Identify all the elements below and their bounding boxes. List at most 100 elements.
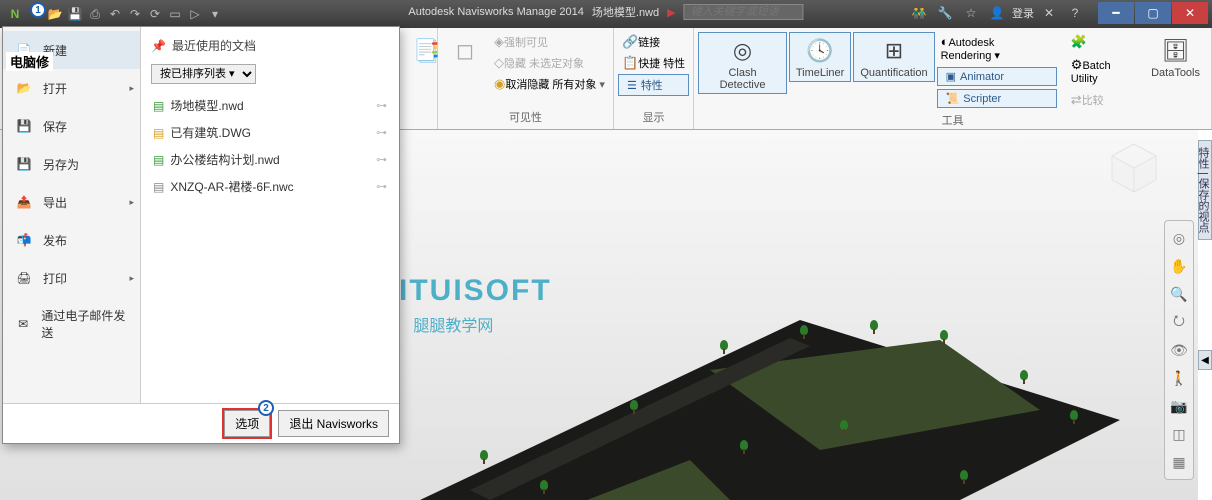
file-name: 办公楼结构计划.nwd: [170, 151, 279, 168]
file-name: 场地模型.nwd: [170, 97, 243, 114]
login-label[interactable]: 登录: [1012, 5, 1034, 21]
force-visible-button[interactable]: ◈强制可见: [490, 32, 609, 52]
steering-wheel-icon[interactable]: ◎: [1168, 227, 1190, 249]
ribbon-group-visibility: ◻ ◈强制可见 ◇隐藏 未选定对象 ◉取消隐藏 所有对象▾ 可见性: [438, 28, 614, 129]
overlay-label: 电脑修: [6, 52, 53, 71]
quick-props-button[interactable]: 📋快捷 特性: [618, 53, 689, 73]
redo-icon[interactable]: ↷: [126, 5, 144, 23]
orbit-icon[interactable]: ⭮: [1168, 311, 1190, 333]
app-menu-保存[interactable]: 💾 保存: [3, 107, 140, 145]
minimize-button[interactable]: ━: [1098, 2, 1134, 24]
pointer-icon[interactable]: ▷: [186, 5, 204, 23]
hide-unselected-button[interactable]: ◇隐藏 未选定对象: [490, 53, 609, 73]
appstore-button[interactable]: 🧩: [1067, 32, 1142, 52]
links-button[interactable]: 🔗链接: [618, 32, 689, 52]
close-button[interactable]: ✕: [1172, 2, 1208, 24]
viewcube[interactable]: [1104, 138, 1164, 198]
recent-file[interactable]: ▤ 场地模型.nwd ⊶: [151, 92, 389, 119]
look-icon[interactable]: 👁: [1168, 339, 1190, 361]
app-title: Autodesk Navisworks Manage 2014: [408, 6, 583, 18]
pin-icon[interactable]: ⊶: [376, 153, 387, 166]
ribbon-group-display: 🔗链接 📋快捷 特性 ☰特性 显示: [614, 28, 694, 129]
chevron-right-icon: ▸: [129, 197, 134, 208]
app-menu-通过电子邮件发送[interactable]: ✉ 通过电子邮件发送: [3, 297, 140, 351]
pan-icon[interactable]: ✋: [1168, 255, 1190, 277]
quantification-button[interactable]: ⊞Quantification: [853, 32, 934, 82]
file-icon: ▤: [153, 99, 164, 113]
app-menu-recent: 📌最近使用的文档 按已排序列表 ▾ ▤场地模型.nwd⊶▤已有建筑.DWG⊶▤办…: [141, 27, 399, 403]
app-menu-打印[interactable]: 🖨 打印 ▸: [3, 259, 140, 297]
recent-header: 最近使用的文档: [172, 37, 256, 54]
app-menu-打开[interactable]: 📂打开▸: [3, 69, 140, 107]
app-menu-另存为[interactable]: 💾 另存为: [3, 145, 140, 183]
properties-button[interactable]: ☰特性: [618, 74, 689, 96]
recent-file[interactable]: ▤已有建筑.DWG⊶: [151, 119, 389, 146]
search-input[interactable]: [684, 4, 804, 20]
batch-utility-button[interactable]: ⚙Batch Utility: [1067, 55, 1142, 87]
app-menu-发布[interactable]: 📬发布: [3, 221, 140, 259]
scripter-button[interactable]: 📜Scripter: [937, 89, 1057, 108]
menu-icon: 🖨: [13, 269, 35, 287]
save-icon[interactable]: 💾: [66, 5, 84, 23]
menu-label: 通过电子邮件发送: [41, 307, 130, 341]
menu-icon: ✉: [13, 315, 33, 333]
timeliner-button[interactable]: 🕓TimeLiner: [789, 32, 852, 82]
menu-icon: 💾: [13, 117, 35, 135]
ribbon-group-tools: ◎Clash Detective 🕓TimeLiner ⊞Quantificat…: [694, 28, 1212, 129]
menu-label: 保存: [43, 118, 67, 135]
pin-icon[interactable]: ⊶: [376, 126, 387, 139]
star-icon[interactable]: ☆: [960, 3, 982, 23]
walk-icon[interactable]: 🚶: [1168, 367, 1190, 389]
app-menu-导出[interactable]: 📤 导出 ▸: [3, 183, 140, 221]
compare-button[interactable]: ⇄比较: [1067, 90, 1142, 110]
help-icon[interactable]: ?: [1064, 3, 1086, 23]
key-icon[interactable]: 🔧: [934, 3, 956, 23]
sort-dropdown[interactable]: 按已排序列表 ▾: [151, 64, 256, 84]
callout-marker-1: 1: [30, 2, 46, 18]
pin-icon[interactable]: ⊶: [376, 99, 387, 112]
menu-label: 打印: [43, 270, 67, 287]
refresh-icon[interactable]: ⟳: [146, 5, 164, 23]
exchange-icon[interactable]: ✕: [1038, 3, 1060, 23]
hide-button[interactable]: ◻: [442, 32, 488, 70]
rendering-button[interactable]: ◐Autodesk Rendering▾: [937, 32, 1057, 64]
exit-button[interactable]: 退出 Navisworks: [278, 410, 389, 437]
pin-icon[interactable]: ⊶: [376, 180, 387, 193]
callout-marker-2: 2: [258, 400, 274, 416]
menu-icon: 📂: [13, 79, 35, 97]
open-icon[interactable]: 📂: [46, 5, 64, 23]
panel-collapse-arrow[interactable]: ◀: [1198, 350, 1212, 370]
undo-icon[interactable]: ↶: [106, 5, 124, 23]
qa-dropdown-icon[interactable]: ▾: [206, 5, 224, 23]
menu-label: 另存为: [43, 156, 79, 173]
user-icon[interactable]: 👤: [986, 3, 1008, 23]
camera-icon[interactable]: 📷: [1168, 395, 1190, 417]
menu-icon: 💾: [13, 155, 35, 173]
navigation-bar: ◎ ✋ 🔍 ⭮ 👁 🚶 📷 ◫ ▦: [1164, 220, 1194, 480]
infocenter-icon[interactable]: 👬: [908, 3, 930, 23]
file-icon: ▤: [153, 126, 164, 140]
select-icon[interactable]: ▭: [166, 5, 184, 23]
app-button[interactable]: N: [6, 5, 24, 23]
menu-icon: 📤: [13, 193, 35, 211]
menu-label: 导出: [43, 194, 67, 211]
group-title-visibility: 可见性: [442, 107, 609, 129]
print-icon[interactable]: ⎙: [86, 5, 104, 23]
clash-detective-button[interactable]: ◎Clash Detective: [698, 32, 787, 94]
maximize-button[interactable]: ▢: [1135, 2, 1171, 24]
file-icon: ▤: [153, 153, 164, 167]
doc-title: 场地模型.nwd: [592, 4, 659, 20]
recent-file[interactable]: ▤XNZQ-AR-裙楼-6F.nwc⊶: [151, 173, 389, 200]
chevron-right-icon: ▸: [129, 83, 134, 94]
datatools-button[interactable]: 🗄DataTools: [1144, 32, 1207, 82]
perspective-icon[interactable]: ◫: [1168, 423, 1190, 445]
unhide-all-button[interactable]: ◉取消隐藏 所有对象▾: [490, 74, 609, 94]
pin-icon: 📌: [151, 39, 166, 53]
title-right: 👬 🔧 ☆ 👤 登录 ✕ ? ━ ▢ ✕: [908, 2, 1208, 24]
animator-button[interactable]: ▣Animator: [937, 67, 1057, 86]
properties-panel-tab[interactable]: 特性 | 保存的视点: [1198, 140, 1212, 240]
recent-file[interactable]: ▤ 办公楼结构计划.nwd ⊶: [151, 146, 389, 173]
chevron-right-icon: ▸: [129, 273, 134, 284]
zoom-icon[interactable]: 🔍: [1168, 283, 1190, 305]
align-icon[interactable]: ▦: [1168, 451, 1190, 473]
